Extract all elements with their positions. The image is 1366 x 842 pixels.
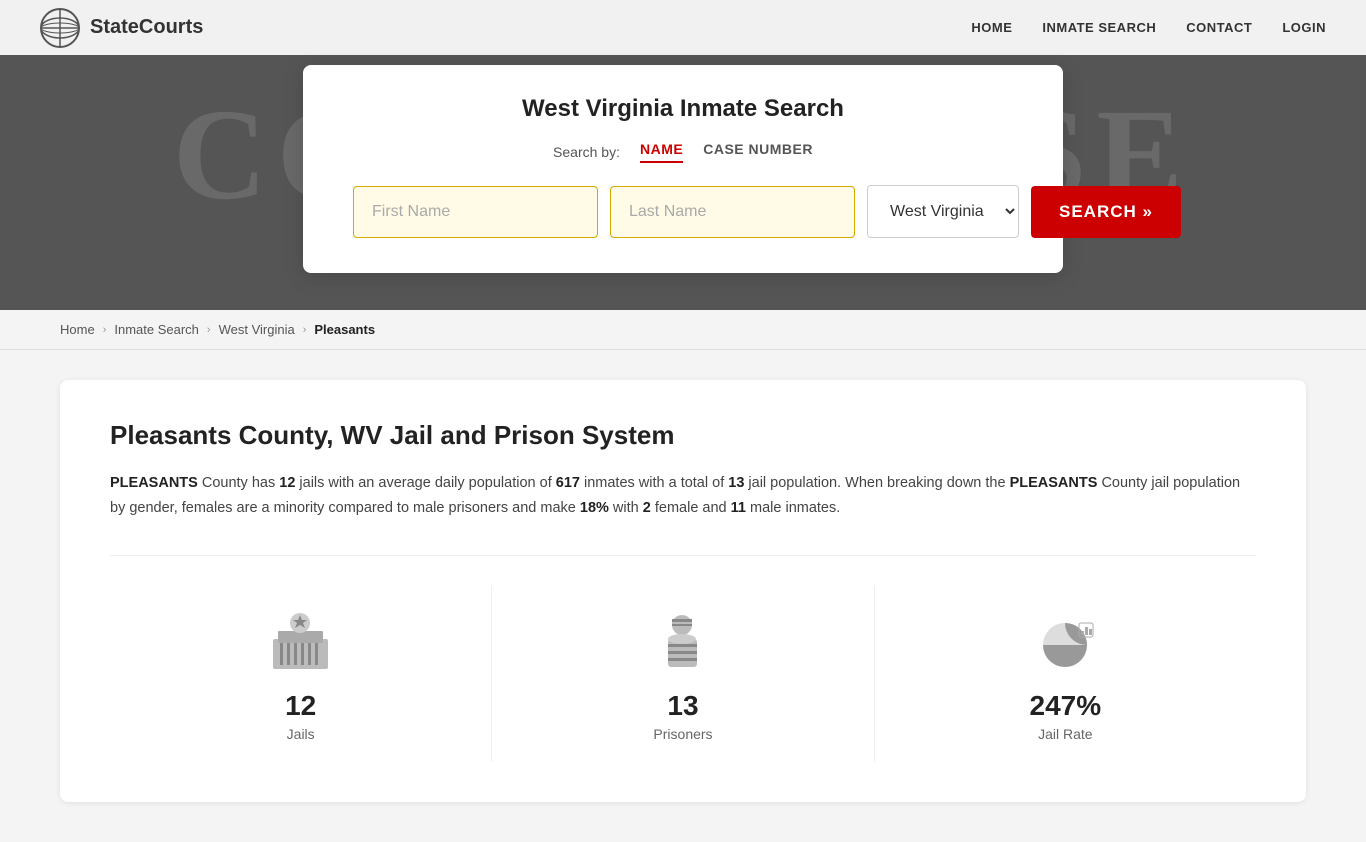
female-pct: 18%: [580, 500, 609, 516]
stat-jail-rate: 247% Jail Rate: [875, 586, 1256, 762]
breadcrumb-current: Pleasants: [314, 322, 375, 337]
prisoners-stat-label: Prisoners: [653, 726, 712, 742]
state-select[interactable]: West VirginiaAlabamaAlaskaArizonaArkansa…: [867, 185, 1019, 238]
female-count: 2: [643, 500, 651, 516]
search-button[interactable]: SEARCH »: [1031, 186, 1181, 238]
hero-section: COURTHOUSE StateCourts HOME INMATE SEARC…: [0, 0, 1366, 310]
building-icon: [266, 606, 336, 676]
breadcrumb-sep-1: ›: [103, 324, 107, 336]
stats-row: 12 Jails: [110, 555, 1256, 762]
jail-rate-stat-number: 247%: [1030, 690, 1102, 722]
topbar: StateCourts HOME INMATE SEARCH CONTACT L…: [0, 0, 1366, 55]
stat-prisoners: 13 Prisoners: [492, 586, 874, 762]
nav-login[interactable]: LOGIN: [1282, 20, 1326, 35]
search-by-label: Search by:: [553, 144, 620, 160]
tab-case-number[interactable]: CASE NUMBER: [703, 141, 813, 163]
avg-pop: 617: [556, 475, 580, 491]
nav-inmate-search[interactable]: INMATE SEARCH: [1042, 20, 1156, 35]
content-card: Pleasants County, WV Jail and Prison Sys…: [60, 380, 1306, 802]
main-nav: HOME INMATE SEARCH CONTACT LOGIN: [971, 20, 1326, 35]
male-count: 11: [731, 500, 746, 516]
search-card-title: West Virginia Inmate Search: [353, 95, 1013, 123]
desc-text8: male inmates.: [746, 500, 840, 516]
tab-name[interactable]: NAME: [640, 141, 683, 163]
prisoner-icon: [648, 606, 718, 676]
search-card: West Virginia Inmate Search Search by: N…: [303, 65, 1063, 273]
desc-text7: female and: [651, 500, 731, 516]
prisoners-stat-number: 13: [667, 690, 698, 722]
jail-rate-stat-label: Jail Rate: [1038, 726, 1092, 742]
first-name-input[interactable]: [353, 186, 598, 238]
site-name: StateCourts: [90, 16, 203, 39]
jails-stat-number: 12: [285, 690, 316, 722]
pie-chart-icon: [1030, 606, 1100, 676]
breadcrumb-sep-2: ›: [207, 324, 211, 336]
jails-stat-label: Jails: [287, 726, 315, 742]
county-name-2: PLEASANTS: [1010, 475, 1098, 491]
nav-home[interactable]: HOME: [971, 20, 1012, 35]
desc-text3: inmates with a total of: [580, 475, 728, 491]
desc-text1: County has: [198, 475, 279, 491]
desc-text2: jails with an average daily population o…: [295, 475, 555, 491]
county-title: Pleasants County, WV Jail and Prison Sys…: [110, 420, 1256, 451]
breadcrumb-inmate-search[interactable]: Inmate Search: [114, 322, 199, 337]
breadcrumb-west-virginia[interactable]: West Virginia: [219, 322, 295, 337]
logo-icon: [40, 8, 80, 48]
main-content: Pleasants County, WV Jail and Prison Sys…: [0, 350, 1366, 842]
county-name-1: PLEASANTS: [110, 475, 198, 491]
county-description: PLEASANTS County has 12 jails with an av…: [110, 471, 1256, 520]
search-by-row: Search by: NAME CASE NUMBER: [353, 141, 1013, 163]
logo-area: StateCourts: [40, 8, 971, 48]
breadcrumb: Home › Inmate Search › West Virginia › P…: [0, 310, 1366, 350]
breadcrumb-sep-3: ›: [303, 324, 307, 336]
desc-text4: jail population. When breaking down the: [744, 475, 1009, 491]
jails-count: 12: [279, 475, 295, 491]
nav-contact[interactable]: CONTACT: [1186, 20, 1252, 35]
last-name-input[interactable]: [610, 186, 855, 238]
desc-text6: with: [609, 500, 643, 516]
stat-jails: 12 Jails: [110, 586, 492, 762]
search-inputs-row: West VirginiaAlabamaAlaskaArizonaArkansa…: [353, 185, 1013, 238]
total-pop: 13: [728, 475, 744, 491]
breadcrumb-home[interactable]: Home: [60, 322, 95, 337]
